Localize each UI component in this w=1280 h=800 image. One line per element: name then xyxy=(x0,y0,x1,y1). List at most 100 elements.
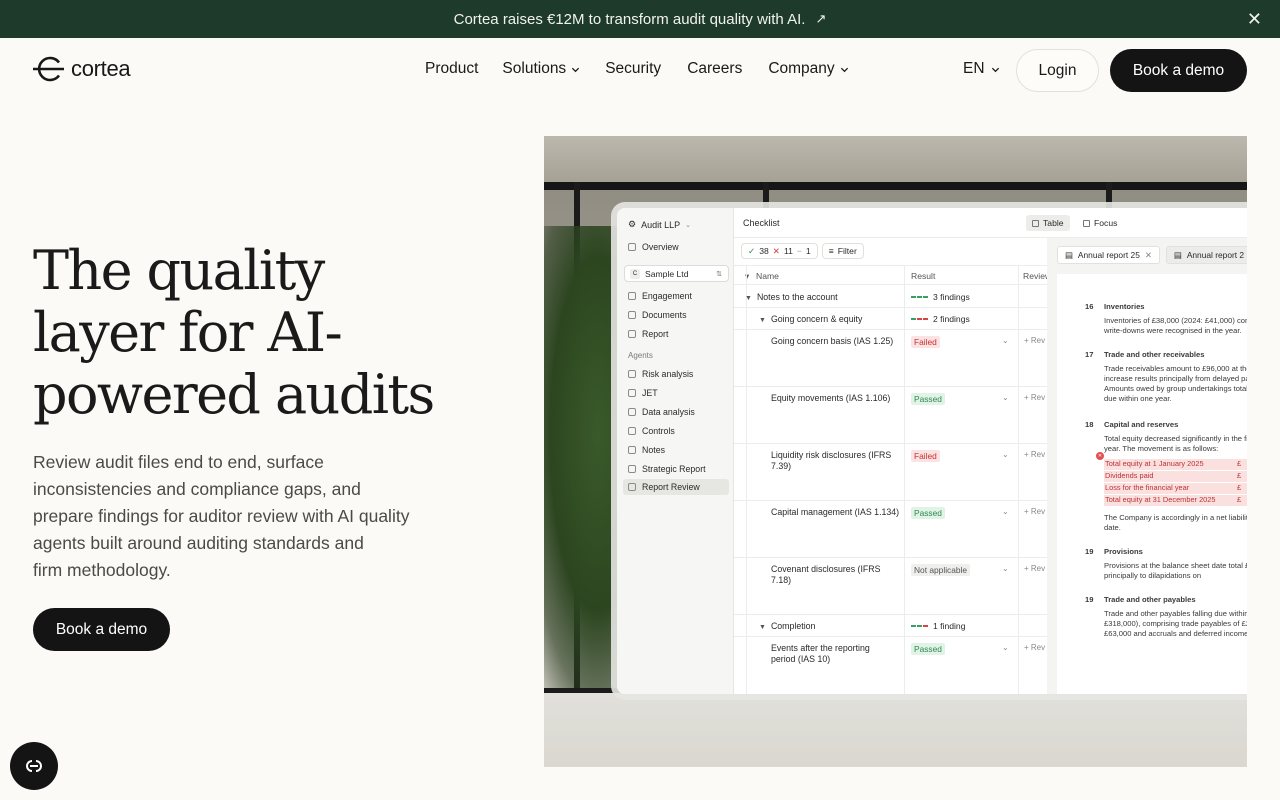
highlighted-row[interactable]: Dividends paid £ xyxy=(1104,471,1247,482)
table-row[interactable]: Going concern basis (IAS 1.25) Failed ⌄ … xyxy=(734,330,1047,387)
passed-count: 38 xyxy=(759,246,769,256)
close-icon[interactable]: ✕ xyxy=(1247,10,1262,28)
column-name[interactable]: Name xyxy=(756,271,779,281)
sidebar-item-jet[interactable]: JET xyxy=(628,388,658,398)
floor xyxy=(544,693,1247,767)
client-select[interactable]: C Sample Ltd ⇅ xyxy=(624,265,729,282)
filter-icon: ≡ xyxy=(828,246,834,256)
book-demo-button[interactable]: Book a demo xyxy=(1110,49,1247,92)
sidebar-item-report[interactable]: Report xyxy=(628,329,668,339)
sidebar-item-overview[interactable]: Overview xyxy=(628,242,679,252)
table-row[interactable]: Equity movements (IAS 1.106) Passed ⌄ + … xyxy=(734,387,1047,444)
arrow-up-right-icon[interactable]: ↗ xyxy=(815,11,826,27)
chevron-down-icon: ⌄ xyxy=(685,221,691,229)
org-switcher[interactable]: ⚙ Audit LLP ⌄ xyxy=(628,219,691,230)
chevron-down-icon xyxy=(572,67,580,72)
announcement-text[interactable]: Cortea raises €12M to transform audit qu… xyxy=(454,11,806,28)
status-badge: Not applicable xyxy=(911,564,971,576)
grid-icon xyxy=(628,292,636,300)
findings-bar xyxy=(911,296,928,298)
close-icon[interactable]: ✕ xyxy=(1145,250,1152,260)
sidebar-item-data-analysis[interactable]: Data analysis xyxy=(628,407,695,417)
review-button[interactable]: + Rev xyxy=(1024,643,1045,652)
note-text: Inventories of £38,000 (2024: £41,000) c… xyxy=(1104,316,1247,325)
comment-marker-icon[interactable]: ✕ xyxy=(1096,452,1104,460)
highlighted-row[interactable]: Total equity at 1 January 2025 £ xyxy=(1104,459,1247,470)
sidebar-item-documents[interactable]: Documents xyxy=(628,310,687,320)
findings-bar xyxy=(911,318,928,320)
nav-product-label: Product xyxy=(425,60,479,77)
review-button[interactable]: + Rev xyxy=(1024,336,1045,345)
sidebar-item-label: Controls xyxy=(642,426,675,436)
chevron-down-icon[interactable]: ⌄ xyxy=(1002,450,1009,459)
table-row[interactable]: Liquidity risk disclosures (IFRS 7.39) F… xyxy=(734,444,1047,501)
row-name: ▼ Notes to the account xyxy=(745,292,838,304)
sidebar-item-engagement[interactable]: Engagement xyxy=(628,291,692,301)
nav-careers[interactable]: Careers xyxy=(687,60,742,78)
org-name: Audit LLP xyxy=(641,219,681,230)
tab-table[interactable]: Table xyxy=(1026,215,1070,231)
table-row[interactable]: Covenant disclosures (IFRS 7.18) Not app… xyxy=(734,558,1047,615)
chevron-down-icon[interactable]: ⌄ xyxy=(1002,507,1009,516)
table-row[interactable]: Events after the reporting period (IAS 1… xyxy=(734,637,1047,694)
hero-book-demo-button[interactable]: Book a demo xyxy=(33,608,170,651)
review-button[interactable]: + Rev xyxy=(1024,507,1045,516)
review-button[interactable]: + Rev xyxy=(1024,450,1045,459)
table-row[interactable]: ▼ Notes to the account 3 findings xyxy=(734,286,1047,308)
highlighted-row[interactable]: Loss for the financial year £ xyxy=(1104,483,1247,494)
sidebar-item-risk-analysis[interactable]: Risk analysis xyxy=(628,369,693,379)
sidebar-item-strategic-report[interactable]: Strategic Report xyxy=(628,464,706,474)
sidebar-item-controls[interactable]: Controls xyxy=(628,426,675,436)
review-icon xyxy=(628,483,636,491)
hero-subtitle-line: firm methodology. xyxy=(33,560,171,580)
chevron-down-icon[interactable]: ⌄ xyxy=(1002,393,1009,402)
cookie-settings-button[interactable] xyxy=(10,742,58,790)
chevron-down-icon[interactable]: ⌄ xyxy=(1002,336,1009,345)
note-text: increase results principally from delaye… xyxy=(1104,374,1247,383)
chevron-down-icon[interactable]: ⌄ xyxy=(1002,564,1009,573)
status-badge: Failed xyxy=(911,336,940,348)
note-heading: Provisions xyxy=(1104,547,1143,556)
status-counts[interactable]: ✓ 38 ✕ 11 − 1 xyxy=(741,243,818,259)
document-tab[interactable]: ▤ Annual report 2 xyxy=(1165,246,1247,264)
nav-solutions[interactable]: Solutions xyxy=(502,60,580,78)
sidebar-item-report-review[interactable]: Report Review xyxy=(623,479,729,495)
highlighted-row[interactable]: Total equity at 31 December 2025 £ xyxy=(1104,495,1247,506)
sidebar-item-notes[interactable]: Notes xyxy=(628,445,665,455)
highlight-label: Total equity at 1 January 2025 xyxy=(1105,459,1204,468)
row-name: ▼ Completion xyxy=(759,621,815,633)
table-row[interactable]: Capital management (IAS 1.134) Passed ⌄ … xyxy=(734,501,1047,558)
note-text: Trade receivables amount to £96,000 at t… xyxy=(1104,364,1247,373)
tab-focus[interactable]: Focus xyxy=(1077,215,1123,231)
database-icon xyxy=(628,408,636,416)
nav-company[interactable]: Company xyxy=(768,60,848,78)
filter-button[interactable]: ≡ Filter xyxy=(821,243,864,259)
document-tab[interactable]: ▤ Annual report 25 ✕ xyxy=(1057,246,1160,264)
home-icon xyxy=(628,243,636,251)
folder-icon xyxy=(628,311,636,319)
nav-security[interactable]: Security xyxy=(605,60,661,78)
note-text: due within one year. xyxy=(1104,394,1172,403)
table-row[interactable]: ▼ Completion 1 finding xyxy=(734,615,1047,637)
result-label: 2 findings xyxy=(933,314,970,324)
chevron-down-icon[interactable]: ⌄ xyxy=(1002,643,1009,652)
sidebar-item-label: Report xyxy=(642,329,669,339)
note-heading: Trade and other payables xyxy=(1104,595,1196,604)
highlight-unit: £ xyxy=(1237,471,1242,480)
highlight-unit: £ xyxy=(1237,495,1242,504)
announcement-bar[interactable]: Cortea raises €12M to transform audit qu… xyxy=(0,0,1280,38)
review-button[interactable]: + Rev xyxy=(1024,564,1045,573)
login-button[interactable]: Login xyxy=(1016,49,1099,92)
row-result: Passed xyxy=(911,643,945,655)
caret-down-icon: ▼ xyxy=(745,295,752,302)
nav-product[interactable]: Product xyxy=(425,60,478,78)
highlight-label: Total equity at 31 December 2025 xyxy=(1105,495,1216,504)
sidebar-item-label: Notes xyxy=(642,445,665,455)
table-row[interactable]: ▼ Going concern & equity 2 findings xyxy=(734,308,1047,330)
hero-title-line: layer for AI- xyxy=(33,301,343,364)
column-result[interactable]: Result xyxy=(911,271,935,281)
language-selector[interactable]: EN xyxy=(963,60,1000,78)
review-button[interactable]: + Rev xyxy=(1024,393,1045,402)
caret-down-icon: ▼ xyxy=(759,317,766,324)
brand-logo[interactable]: cortea xyxy=(33,56,131,82)
